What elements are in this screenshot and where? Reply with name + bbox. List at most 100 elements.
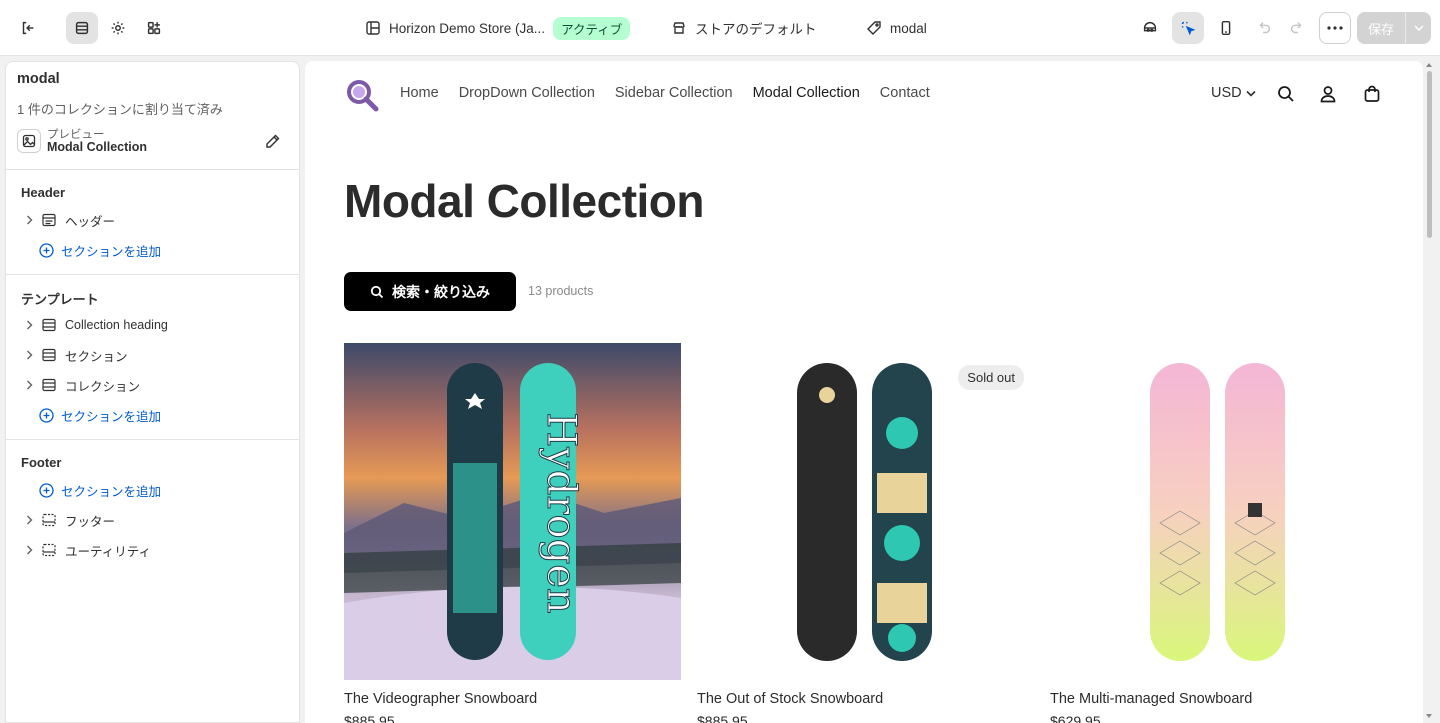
sold-out-badge: Sold out	[958, 365, 1024, 390]
chevron-right-icon[interactable]	[23, 319, 35, 331]
svg-text:Hydrogen: Hydrogen	[538, 412, 584, 613]
chevron-right-icon[interactable]	[23, 514, 35, 526]
template-selector[interactable]: ストアのデフォルト	[671, 16, 817, 40]
store-logo[interactable]	[345, 78, 379, 112]
select-cursor-icon	[1181, 21, 1196, 36]
plus-circle-icon	[39, 407, 54, 423]
chevron-right-icon[interactable]	[23, 214, 35, 226]
scroll-thumb[interactable]	[1427, 71, 1432, 238]
editor-topbar: Horizon Demo Store (Ja... アクティブ ストアのデフォル…	[0, 0, 1440, 56]
tree-item-header[interactable]: ヘッダー	[21, 208, 291, 232]
tree-item-label: セクション	[65, 349, 128, 364]
product-count: 13 products	[528, 284, 594, 298]
nav-home[interactable]: Home	[400, 85, 439, 101]
divider	[6, 274, 299, 275]
preview-value: Modal Collection	[47, 140, 147, 154]
chevron-right-icon[interactable]	[23, 379, 35, 391]
product-name[interactable]: The Multi-managed Snowboard	[1050, 691, 1252, 707]
cart-button[interactable]	[1361, 83, 1383, 105]
group-title-template: テンプレート	[21, 292, 99, 307]
product-image[interactable]: Sold out	[697, 343, 1034, 680]
preview-scrollbar[interactable]	[1424, 61, 1434, 723]
mobile-icon	[1221, 20, 1231, 36]
group-title-header: Header	[21, 185, 66, 200]
footer-section-icon	[41, 542, 57, 558]
chevron-right-icon[interactable]	[23, 544, 35, 556]
store-selector[interactable]: Horizon Demo Store (Ja... アクティブ	[365, 16, 631, 40]
tree-item-label: フッター	[65, 514, 116, 529]
store-name: Horizon Demo Store (Ja...	[389, 20, 546, 36]
product-image[interactable]: Hydrogen	[344, 343, 681, 680]
group-title-footer: Footer	[21, 455, 62, 470]
template-name: ストアのデフォルト	[695, 22, 817, 37]
product-price: $885.95	[344, 713, 395, 723]
sections-icon	[75, 21, 89, 35]
product-price: $885.95	[697, 713, 748, 723]
exit-button[interactable]	[12, 12, 44, 44]
filter-button[interactable]: 検索・絞り込み	[344, 272, 516, 311]
add-section-header[interactable]: セクションを追加	[39, 238, 161, 262]
nav-sidebar-collection[interactable]: Sidebar Collection	[615, 85, 733, 101]
main-nav: Home DropDown Collection Sidebar Collect…	[400, 85, 930, 101]
page-selector[interactable]: modal	[866, 16, 927, 40]
divider	[6, 169, 299, 170]
redo-button[interactable]	[1281, 12, 1313, 44]
section-icon	[41, 347, 57, 363]
sections-sidebar: modal 1 件のコレクションに割り当て済み プレビュー Modal Coll…	[5, 61, 300, 723]
preview-selector[interactable]: プレビュー Modal Collection	[17, 126, 289, 156]
device-preview-button[interactable]	[1210, 12, 1242, 44]
bag-icon	[1364, 85, 1380, 102]
chevron-down-icon	[1413, 25, 1424, 31]
save-options-button[interactable]	[1405, 12, 1431, 44]
tree-item-label: コレクション	[65, 379, 141, 394]
tree-item-collection-heading[interactable]: Collection heading	[21, 313, 291, 337]
more-actions-button[interactable]	[1319, 12, 1351, 44]
chevron-down-icon	[1246, 90, 1256, 97]
add-section-footer[interactable]: セクションを追加	[39, 478, 161, 502]
tree-item-footer[interactable]: フッター	[21, 508, 291, 532]
search-button[interactable]	[1275, 83, 1297, 105]
header-section-icon	[41, 212, 57, 228]
add-section-template[interactable]: セクションを追加	[39, 403, 161, 427]
redo-icon	[1290, 22, 1302, 34]
tree-item-collection[interactable]: コレクション	[21, 373, 291, 397]
account-button[interactable]	[1317, 83, 1339, 105]
divider	[6, 439, 299, 440]
tree-item-section[interactable]: セクション	[21, 343, 291, 367]
sections-view-button[interactable]	[66, 12, 98, 44]
inspector-button[interactable]	[1172, 12, 1204, 44]
theme-settings-button[interactable]	[102, 12, 134, 44]
chevron-right-icon[interactable]	[23, 349, 35, 361]
add-section-label: セクションを追加	[61, 484, 162, 499]
tree-item-utility[interactable]: ユーティリティ	[21, 538, 291, 562]
product-name[interactable]: The Videographer Snowboard	[344, 691, 537, 707]
apps-button[interactable]	[138, 12, 170, 44]
search-icon	[1278, 86, 1294, 102]
section-icon	[41, 377, 57, 393]
scroll-up-arrow[interactable]	[1426, 63, 1432, 67]
product-image[interactable]	[1050, 343, 1387, 680]
save-button-group: 保存	[1357, 12, 1431, 44]
nav-dropdown-collection[interactable]: DropDown Collection	[459, 85, 595, 101]
pencil-icon	[266, 134, 280, 148]
nav-modal-collection[interactable]: Modal Collection	[753, 85, 860, 101]
add-section-label: セクションを追加	[61, 244, 162, 259]
store-layout-icon	[366, 21, 380, 35]
currency-label: USD	[1211, 85, 1242, 101]
ellipsis-icon	[1327, 26, 1343, 30]
scroll-down-arrow[interactable]	[1426, 714, 1432, 718]
edit-preview-button[interactable]	[263, 131, 283, 151]
undo-button[interactable]	[1248, 12, 1280, 44]
sidekick-icon	[1143, 21, 1157, 32]
undo-icon	[1259, 22, 1271, 34]
currency-selector[interactable]: USD	[1211, 85, 1256, 101]
ai-assistant-button[interactable]	[1134, 12, 1166, 44]
assignment-info: 1 件のコレクションに割り当て済み	[17, 102, 223, 117]
product-name[interactable]: The Out of Stock Snowboard	[697, 691, 883, 707]
tree-item-label: ヘッダー	[65, 214, 116, 229]
add-section-label: セクションを追加	[61, 409, 162, 424]
nav-contact[interactable]: Contact	[880, 85, 930, 101]
tag-icon	[867, 21, 881, 35]
preview-image-icon	[17, 129, 41, 153]
save-button[interactable]: 保存	[1357, 12, 1405, 44]
